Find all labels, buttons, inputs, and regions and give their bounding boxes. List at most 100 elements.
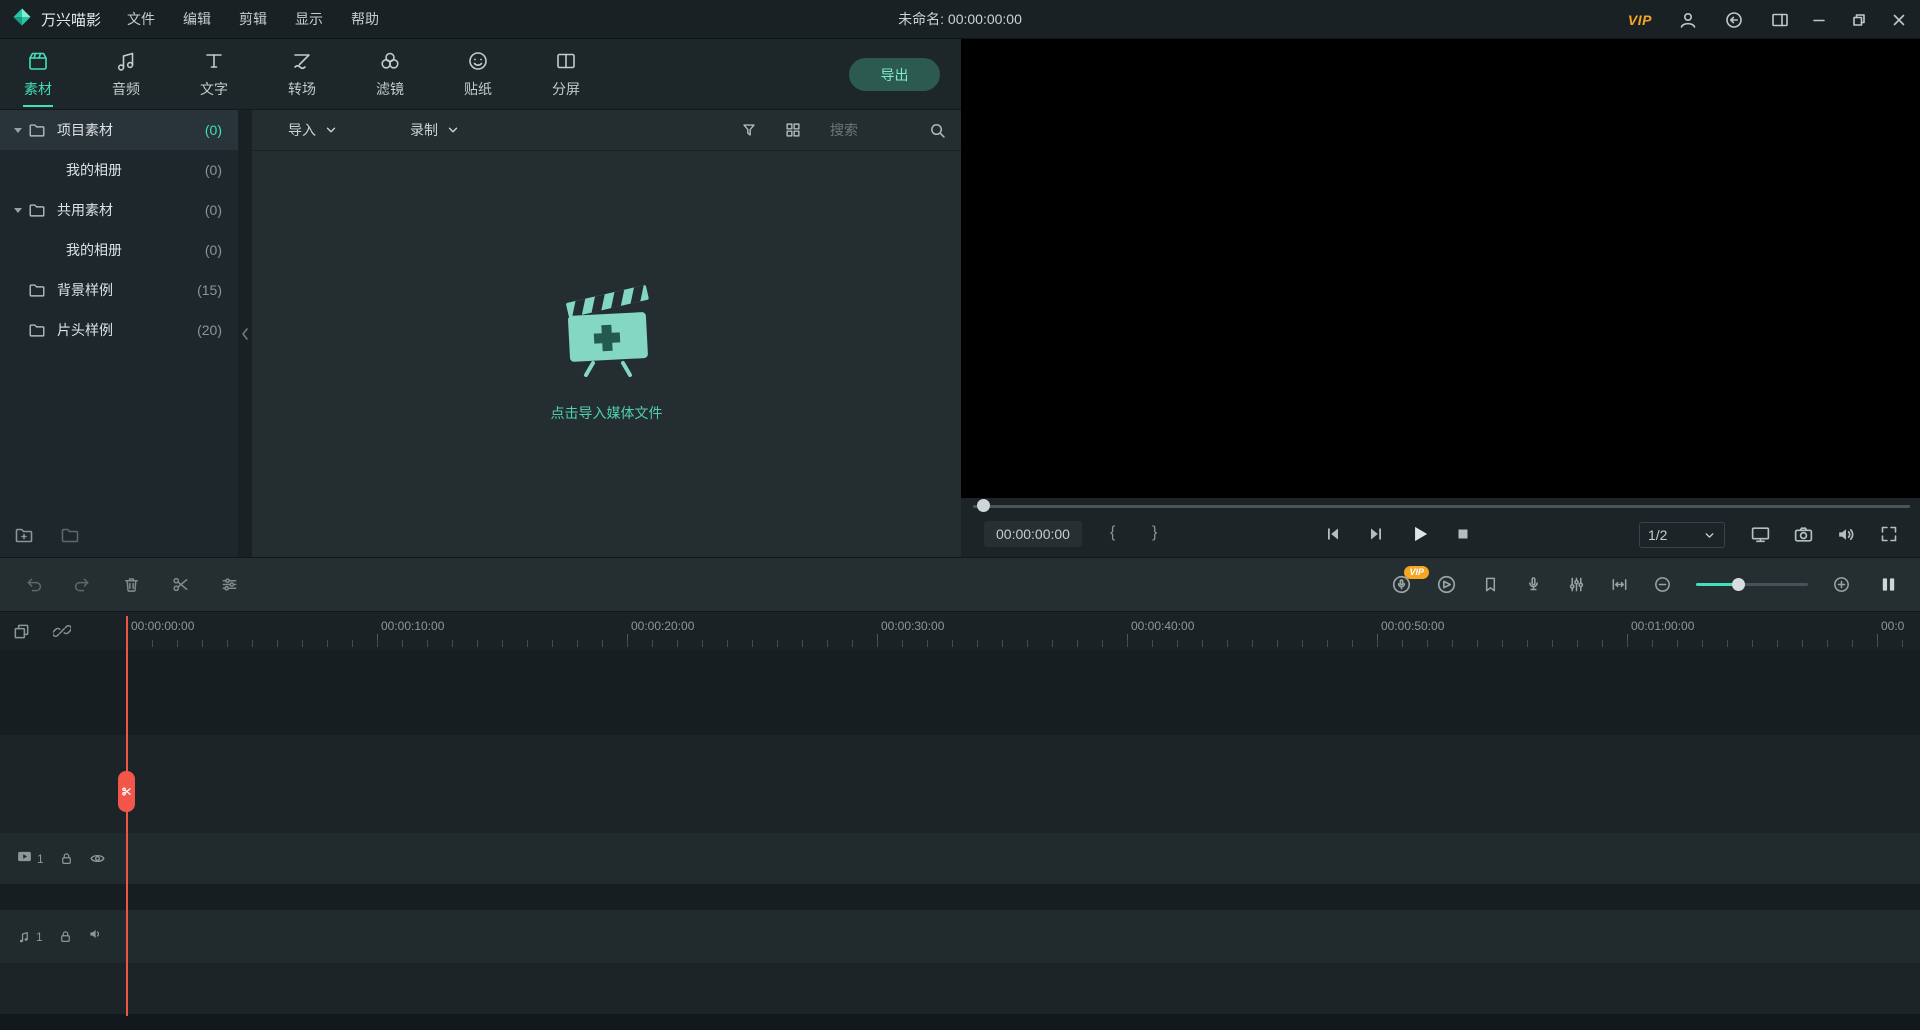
split-scissors-icon[interactable] xyxy=(171,575,190,594)
menu-help[interactable]: 帮助 xyxy=(351,9,379,29)
snapshot-camera-icon[interactable] xyxy=(1793,524,1814,545)
menu-edit[interactable]: 编辑 xyxy=(183,9,211,29)
playhead-line[interactable] xyxy=(126,616,128,1016)
properties-icon[interactable] xyxy=(220,575,239,594)
feedback-icon[interactable] xyxy=(1724,10,1744,30)
tab-media[interactable]: 素材 xyxy=(8,39,68,109)
sidebar-item-label: 共用素材 xyxy=(57,200,113,220)
video-track-lane[interactable] xyxy=(0,833,1920,884)
fullscreen-icon[interactable] xyxy=(1879,524,1899,544)
fit-timeline-icon[interactable] xyxy=(1610,575,1629,594)
sidebar-item-shared-media[interactable]: 共用素材 (0) xyxy=(0,190,238,230)
account-icon[interactable] xyxy=(1678,10,1698,30)
mark-in-button[interactable]: { xyxy=(1110,524,1115,542)
ruler-label: 00:00:50:00 xyxy=(1381,619,1444,633)
delete-icon[interactable] xyxy=(122,575,141,594)
microphone-icon[interactable] xyxy=(1524,575,1543,594)
new-folder-icon[interactable] xyxy=(14,525,34,545)
tab-splitscreen[interactable]: 分屏 xyxy=(536,39,596,109)
grid-view-icon[interactable] xyxy=(784,121,802,139)
sidebar-collapse-handle[interactable] xyxy=(238,110,252,557)
search-box xyxy=(828,121,947,140)
ruler-minor-ticks xyxy=(127,640,1920,647)
mark-out-button[interactable]: } xyxy=(1152,524,1157,542)
search-icon[interactable] xyxy=(928,121,947,140)
delete-folder-icon[interactable] xyxy=(60,525,80,545)
audio-track-lane[interactable] xyxy=(0,910,1920,963)
caret-down-icon[interactable] xyxy=(10,205,26,215)
panel-layout-toggle-icon[interactable] xyxy=(1879,575,1898,594)
display-device-icon[interactable] xyxy=(1750,524,1771,545)
audio-mixer-icon[interactable] xyxy=(1567,575,1586,594)
volume-icon[interactable] xyxy=(1836,524,1857,550)
caret-down-icon[interactable] xyxy=(10,125,26,135)
sidebar-item-project-media[interactable]: 项目素材 (0) xyxy=(0,110,238,150)
search-input[interactable] xyxy=(828,121,920,139)
import-dropdown[interactable]: 导入 xyxy=(288,120,338,140)
workspace-layout-icon[interactable] xyxy=(1770,10,1790,30)
record-dropdown[interactable]: 录制 xyxy=(410,120,460,140)
redo-icon[interactable] xyxy=(73,575,92,594)
play-button[interactable] xyxy=(1409,523,1431,550)
timeline-lane-empty-2[interactable] xyxy=(0,735,1920,833)
export-button[interactable]: 导出 xyxy=(849,58,940,91)
timeline-lane-empty-1[interactable] xyxy=(0,650,1920,735)
tab-transition[interactable]: 转场 xyxy=(272,39,332,109)
menu-bar: 文件 编辑 剪辑 显示 帮助 xyxy=(127,9,379,29)
sidebar-item-my-album-2[interactable]: 我的相册 (0) xyxy=(0,230,238,270)
lock-icon[interactable] xyxy=(58,929,73,944)
vip-button[interactable]: VIP xyxy=(1628,12,1652,28)
voiceover-record-icon[interactable]: VIP xyxy=(1391,574,1412,595)
ruler-label: 00:00:30:00 xyxy=(881,619,944,633)
tab-sticker[interactable]: 贴纸 xyxy=(448,39,508,109)
clapperboard-import-icon[interactable] xyxy=(553,278,661,383)
minimize-button[interactable] xyxy=(1810,11,1828,29)
undo-icon[interactable] xyxy=(24,575,43,594)
next-frame-button[interactable] xyxy=(1366,524,1386,549)
video-viewport[interactable] xyxy=(961,39,1920,498)
screen-record-icon[interactable] xyxy=(1436,574,1457,595)
filter-funnel-icon[interactable] xyxy=(740,121,758,139)
tab-filter[interactable]: 滤镜 xyxy=(360,39,420,109)
sidebar-item-intro-samples[interactable]: 片头样例 (20) xyxy=(0,310,238,350)
stop-button[interactable] xyxy=(1453,524,1473,549)
menu-file[interactable]: 文件 xyxy=(127,9,155,29)
left-region: 素材 音频 文字 转场 xyxy=(0,39,961,557)
tab-text[interactable]: 文字 xyxy=(184,39,244,109)
audio-track-icon xyxy=(16,929,32,945)
mute-speaker-icon[interactable] xyxy=(88,926,104,947)
link-icon[interactable] xyxy=(53,622,71,640)
zoom-in-icon[interactable] xyxy=(1832,575,1851,594)
menu-clip[interactable]: 剪辑 xyxy=(239,9,267,29)
eye-icon[interactable] xyxy=(89,850,106,867)
music-note-icon xyxy=(114,49,138,73)
lock-icon[interactable] xyxy=(59,851,74,866)
tab-audio[interactable]: 音频 xyxy=(96,39,156,109)
folder-icon xyxy=(28,281,50,299)
menu-view[interactable]: 显示 xyxy=(295,9,323,29)
close-button[interactable] xyxy=(1890,11,1908,29)
sticker-icon xyxy=(466,49,490,73)
playhead-split-handle[interactable] xyxy=(118,771,135,812)
zoom-out-icon[interactable] xyxy=(1653,575,1672,594)
media-panel: 导入 录制 xyxy=(252,110,961,557)
media-library-sidebar: 项目素材 (0) 我的相册 (0) 共用素材 (0) 我的相册 (0) 背景样例 xyxy=(0,110,238,557)
manage-tracks-icon[interactable] xyxy=(12,622,31,641)
timeline-lane-empty-3[interactable] xyxy=(0,963,1920,1014)
preview-quality-dropdown[interactable]: 1/2 xyxy=(1639,522,1725,548)
sidebar-item-background-samples[interactable]: 背景样例 (15) xyxy=(0,270,238,310)
folder-icon xyxy=(28,121,50,139)
seek-handle[interactable] xyxy=(977,499,990,512)
import-hint-text[interactable]: 点击导入媒体文件 xyxy=(551,403,663,423)
timeline-zoom-slider[interactable] xyxy=(1696,583,1808,586)
timeline-ruler[interactable]: 00:00:00:00 00:00:10:00 00:00:20:00 00:0… xyxy=(126,612,1920,650)
restore-button[interactable] xyxy=(1850,11,1868,29)
zoom-slider-handle[interactable] xyxy=(1732,578,1745,591)
timeline: 00:00:00:00 00:00:10:00 00:00:20:00 00:0… xyxy=(0,612,1920,1030)
previous-frame-button[interactable] xyxy=(1323,524,1343,549)
sidebar-item-my-album-1[interactable]: 我的相册 (0) xyxy=(0,150,238,190)
seek-track[interactable] xyxy=(973,505,1910,508)
preview-quality-value: 1/2 xyxy=(1648,527,1667,543)
timeline-scroll-strip[interactable] xyxy=(0,1014,1920,1030)
marker-icon[interactable] xyxy=(1481,575,1500,594)
